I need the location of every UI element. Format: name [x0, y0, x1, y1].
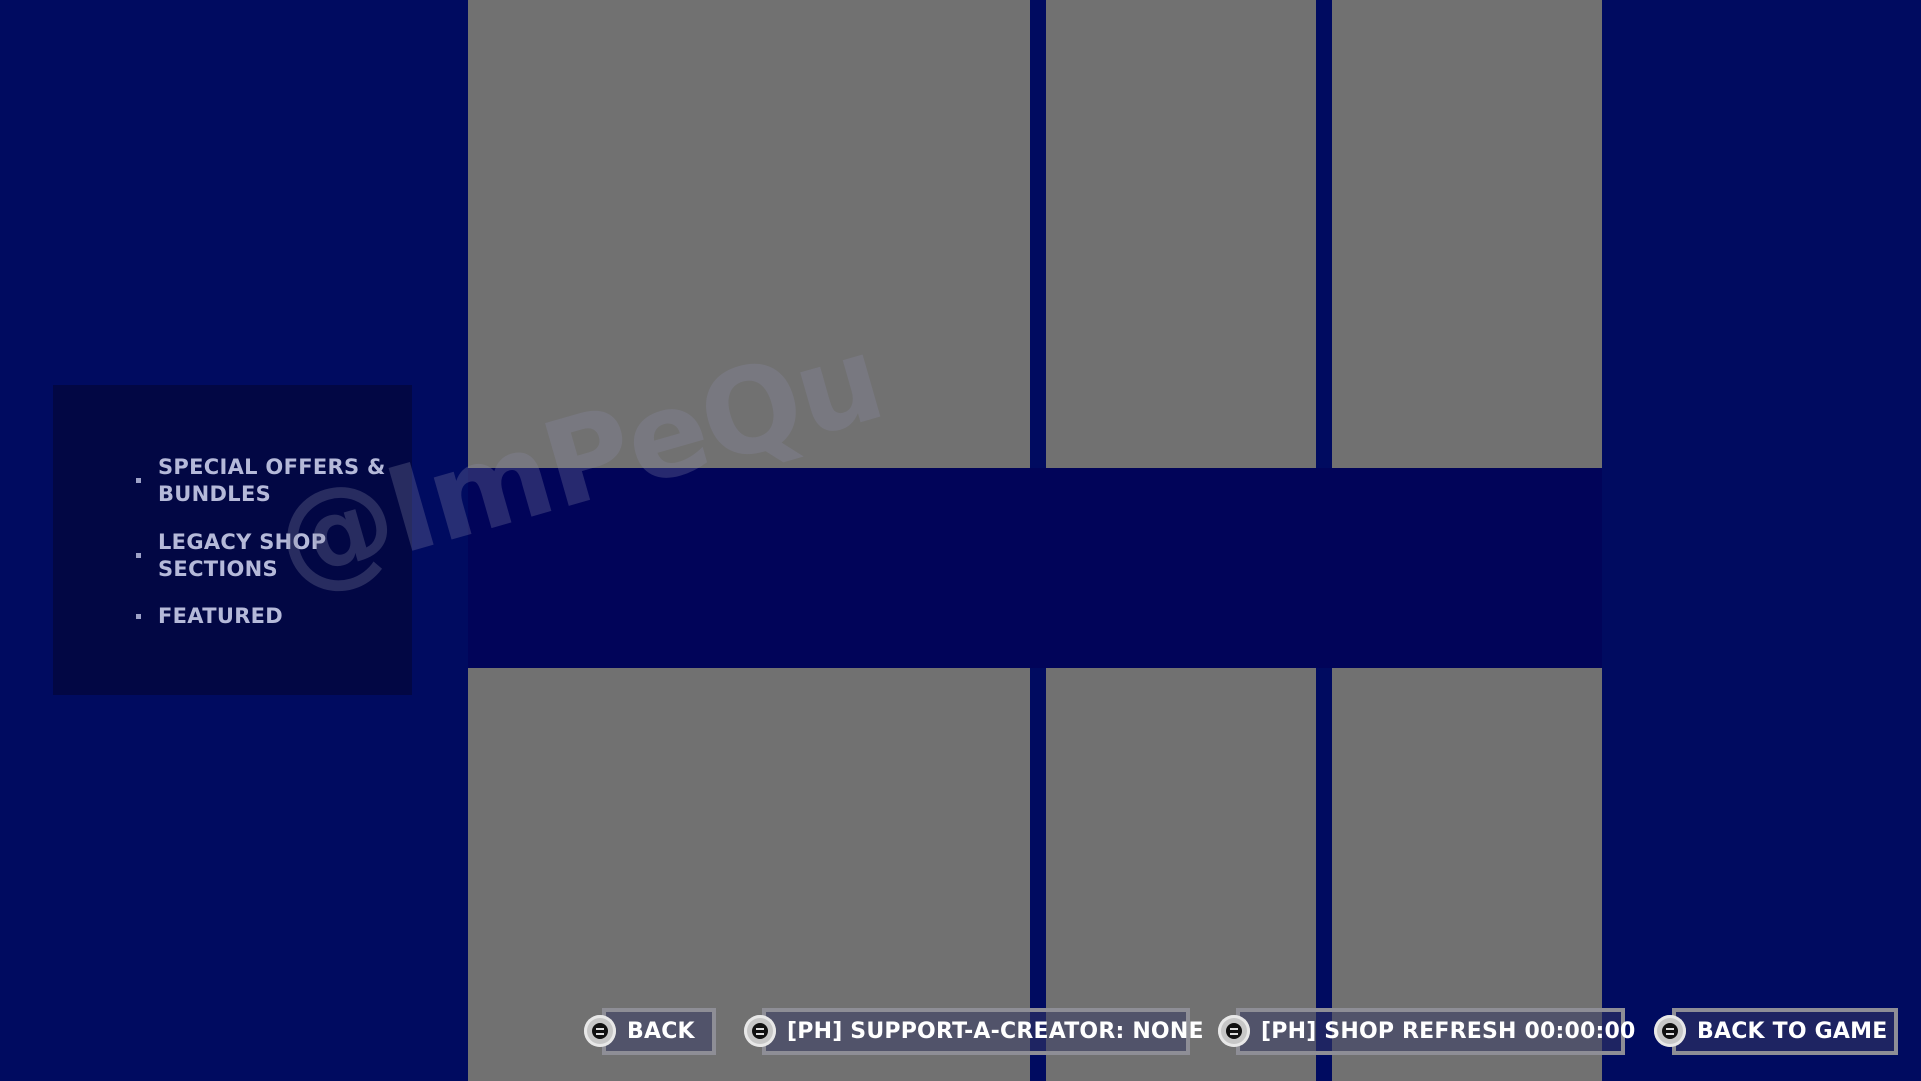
- controller-button-icon: [584, 1015, 616, 1047]
- shop-refresh-label: [PH] SHOP REFRESH 00:00:00: [1261, 1019, 1636, 1044]
- bullet-icon: [136, 553, 141, 558]
- bullet-icon: [136, 614, 141, 619]
- controller-button-icon: [744, 1015, 776, 1047]
- shop-section-nav: SPECIAL OFFERS & BUNDLES LEGACY SHOP SEC…: [53, 385, 412, 695]
- support-a-creator-button[interactable]: [PH] SUPPORT-A-CREATOR: NONE: [744, 1008, 1203, 1055]
- nav-item-label: LEGACY SHOP SECTIONS: [158, 530, 327, 581]
- back-button[interactable]: BACK: [584, 1008, 716, 1055]
- support-a-creator-label: [PH] SUPPORT-A-CREATOR: NONE: [787, 1019, 1204, 1044]
- nav-item-label: FEATURED: [158, 604, 284, 628]
- bullet-icon: [136, 478, 141, 483]
- shop-refresh-button[interactable]: [PH] SHOP REFRESH 00:00:00: [1218, 1008, 1635, 1055]
- shop-tile-2[interactable]: [1046, 0, 1316, 468]
- back-label: BACK: [627, 1019, 695, 1044]
- shop-tile-3[interactable]: [1332, 0, 1602, 468]
- back-to-game-label: BACK TO GAME: [1697, 1019, 1888, 1044]
- back-to-game-button[interactable]: BACK TO GAME: [1654, 1008, 1898, 1055]
- shop-tile-1[interactable]: [468, 0, 1030, 468]
- nav-item-label: SPECIAL OFFERS & BUNDLES: [158, 455, 386, 506]
- section-divider-band: [468, 468, 1602, 668]
- controller-button-icon: [1218, 1015, 1250, 1047]
- controller-button-icon: [1654, 1015, 1686, 1047]
